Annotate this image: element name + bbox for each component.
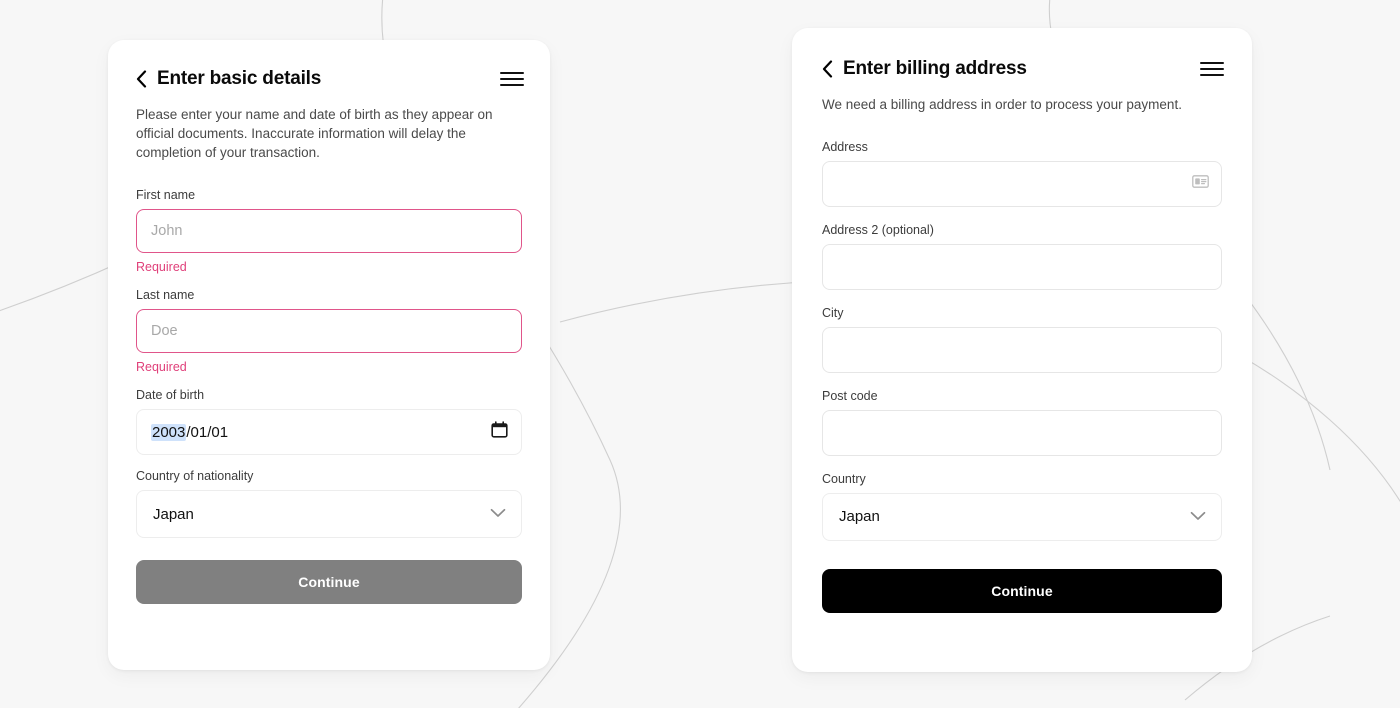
basic-details-fields: First name Required Last name Required D… [136,188,522,539]
city-label: City [822,305,844,320]
country-of-nationality-value: Japan [153,505,194,523]
country-select-wrap: Japan [822,492,1222,541]
address-input[interactable] [822,160,1222,207]
address2-field: Address 2 (optional) [822,223,1222,290]
billing-address-subtitle: We need a billing address in order to pr… [822,96,1182,112]
address2-input-wrap [822,243,1222,290]
country-of-nationality-label: Country of nationality [136,469,254,484]
continue-button[interactable]: Continue [822,568,1222,613]
basic-details-card: Enter basic details Please enter your na… [108,40,550,670]
first-name-label: First name [136,188,196,203]
address-label: Address [822,139,868,154]
chevron-left-icon [822,60,833,78]
date-month-segment[interactable]: 01 [191,424,208,441]
first-name-input[interactable] [136,209,522,254]
country-of-nationality-select[interactable]: Japan [136,490,522,539]
country-select[interactable]: Japan [822,492,1222,541]
date-of-birth-input-wrap: 2003/01/01 [136,409,522,456]
page-title: Enter billing address [843,58,1027,79]
hamburger-menu-icon [500,84,524,87]
back-button[interactable] [136,70,157,88]
country-of-nationality-field: Country of nationality Japan [136,469,522,539]
hamburger-menu-icon [1200,74,1224,77]
city-input-wrap [822,326,1222,373]
post-code-field: Post code [822,389,1222,456]
post-code-input[interactable] [822,409,1222,456]
hamburger-menu-icon [500,78,524,81]
last-name-input[interactable] [136,309,522,354]
date-of-birth-input[interactable]: 2003/01/01 [136,409,522,456]
first-name-field: First name Required [136,188,522,274]
last-name-label: Last name [136,288,195,303]
post-code-input-wrap [822,409,1222,456]
country-of-nationality-select-wrap: Japan [136,490,522,539]
last-name-field: Last name Required [136,288,522,374]
continue-button[interactable]: Continue [136,560,522,605]
country-label: Country [822,471,866,486]
first-name-error: Required [136,260,187,275]
billing-address-fields: Address Address 2 (optional) City Post c… [822,140,1222,541]
city-input[interactable] [822,326,1222,373]
address-input-wrap [822,160,1222,207]
back-button[interactable] [822,60,843,78]
basic-details-actions: Continue [136,560,522,605]
address2-label: Address 2 (optional) [822,222,934,237]
date-day-segment[interactable]: 01 [211,424,228,441]
date-year-segment[interactable]: 2003 [151,423,187,441]
country-field: Country Japan [822,472,1222,541]
hamburger-menu-button[interactable] [498,70,524,88]
first-name-input-wrap [136,209,522,254]
basic-details-subtitle: Please enter your name and date of birth… [136,106,493,161]
address-field: Address [822,140,1222,207]
basic-details-header: Enter basic details [136,68,524,91]
last-name-input-wrap [136,309,522,354]
address2-input[interactable] [822,243,1222,290]
hamburger-menu-icon [1200,68,1224,71]
chevron-left-icon [136,70,147,88]
hamburger-menu-icon [1200,62,1224,65]
hamburger-menu-button[interactable] [1198,60,1224,78]
date-of-birth-field: Date of birth 2003/01/01 [136,388,522,456]
billing-address-header: Enter billing address [822,58,1224,81]
last-name-error: Required [136,360,187,375]
billing-address-card: Enter billing address We need a billing … [792,28,1252,672]
hamburger-menu-icon [500,72,524,75]
page-title: Enter basic details [157,68,322,89]
date-of-birth-label: Date of birth [136,388,205,403]
country-value: Japan [839,508,880,526]
billing-address-actions: Continue [822,568,1222,613]
city-field: City [822,306,1222,373]
post-code-label: Post code [822,388,878,403]
